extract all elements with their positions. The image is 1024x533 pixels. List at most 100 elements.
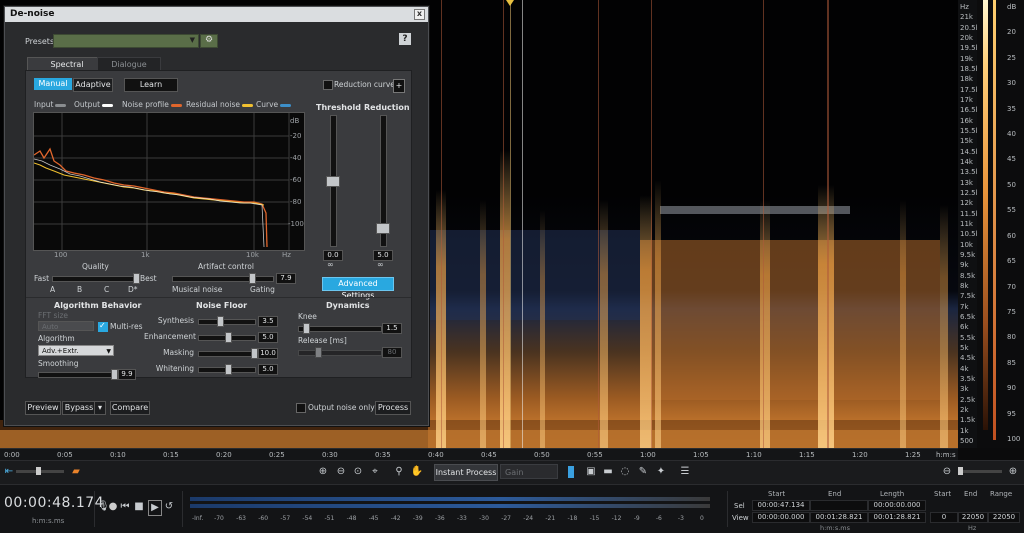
smoothing-slider[interactable] — [38, 369, 118, 380]
freq-start-field[interactable]: 0 — [930, 512, 958, 523]
vertical-zoom-in-icon[interactable]: ⊕ — [1006, 465, 1020, 479]
quality-knob[interactable] — [133, 273, 140, 284]
noise-floor-knob[interactable] — [217, 316, 224, 327]
adaptive-button[interactable]: Adaptive — [73, 78, 113, 92]
zoom-reset-icon[interactable]: ⌖ — [368, 465, 382, 479]
learn-button[interactable]: Learn — [124, 78, 178, 92]
legend-item[interactable]: Output — [74, 100, 114, 109]
threshold-link-icon[interactable]: ∞ — [327, 260, 334, 269]
noise-floor-knob[interactable] — [251, 348, 258, 359]
legend-item[interactable]: Input — [34, 100, 67, 109]
noise-floor-value[interactable]: 10.0 — [258, 348, 278, 359]
hand-tool-icon[interactable]: ✋ — [410, 465, 424, 479]
stop-icon[interactable]: ■ — [134, 500, 144, 514]
vertical-zoom-slider[interactable] — [958, 467, 1002, 475]
noise-floor-slider[interactable] — [198, 332, 256, 343]
sel-length-field[interactable]: 00:00:00.000 — [868, 500, 926, 511]
record-icon[interactable]: ● — [108, 500, 118, 514]
time-ruler-label: 1:05 — [693, 451, 709, 459]
preview-button[interactable]: Preview — [25, 401, 61, 415]
noise-floor-slider[interactable] — [198, 364, 256, 375]
bypass-menu-button[interactable]: ▾ — [94, 401, 106, 415]
magic-wand-icon[interactable]: ✦ — [654, 465, 668, 479]
artifact-control-slider[interactable] — [172, 273, 274, 284]
gain-select[interactable]: Gain — [500, 464, 558, 479]
presets-dropdown[interactable]: ▼ — [53, 34, 199, 48]
help-button[interactable]: ? — [399, 33, 411, 45]
box-select-icon[interactable]: ▣ — [584, 465, 598, 479]
dialog-title-bar[interactable]: De-noise x — [5, 7, 428, 22]
db-scale-label: 60 — [1007, 231, 1016, 240]
knee-knob[interactable] — [303, 323, 310, 334]
loop-icon[interactable]: ↺ — [164, 500, 174, 514]
eraser-icon[interactable]: ▰ — [70, 465, 82, 479]
threshold-slider[interactable] — [326, 115, 340, 247]
time-selection-tool-icon[interactable] — [568, 466, 574, 478]
view-length-field[interactable]: 00:01:28.821 — [868, 512, 926, 523]
algorithm-select[interactable]: Adv.+Extr. ▼ — [38, 345, 114, 356]
legend-item[interactable]: Residual noise — [186, 100, 254, 109]
release-value[interactable]: 80 — [382, 347, 402, 358]
zoom-fit-icon[interactable]: ⇤ — [4, 465, 14, 479]
noise-floor-value[interactable]: 5.0 — [258, 364, 278, 375]
noise-floor-slider[interactable] — [198, 348, 258, 359]
artifact-control-value[interactable]: 7.9 — [276, 273, 296, 284]
add-curve-button[interactable]: + — [393, 79, 405, 93]
frequency-select-icon[interactable]: ▬ — [601, 465, 615, 479]
manual-button[interactable]: Manual — [34, 78, 72, 90]
noise-floor-value[interactable]: 3.5 — [258, 316, 278, 327]
horizontal-zoom-knob[interactable] — [36, 467, 41, 475]
smoothing-knob[interactable] — [111, 369, 118, 380]
view-start-field[interactable]: 00:00:00.000 — [752, 512, 810, 523]
vertical-zoom-icon[interactable]: ⊖ — [940, 465, 954, 479]
view-end-field[interactable]: 00:01:28.821 — [810, 512, 868, 523]
play-icon[interactable]: ▶ — [148, 500, 162, 516]
skip-back-icon[interactable]: ⏮ — [120, 500, 130, 514]
sel-end-field[interactable] — [810, 500, 868, 511]
close-icon[interactable]: x — [414, 9, 425, 20]
noise-floor-slider[interactable] — [198, 316, 256, 327]
preset-options-button[interactable]: ⚙ — [200, 34, 218, 48]
zoom-out-icon[interactable]: ⊖ — [334, 465, 348, 479]
db-color-scale[interactable]: dB 20 25 30 35 40 45 50 55 60 65 70 75 80 85 90 95 100 — [977, 0, 1024, 448]
zoom-in-icon[interactable]: ⊕ — [316, 465, 330, 479]
fft-size-select[interactable]: Auto — [38, 321, 94, 331]
spectrum-graph[interactable]: dB -20 -40 -60 -80 -100 — [33, 112, 305, 251]
noise-floor-knob[interactable] — [225, 332, 232, 343]
compare-button[interactable]: Compare — [110, 401, 150, 415]
output-noise-only-checkbox[interactable] — [296, 403, 306, 413]
legend-item[interactable]: Noise profile — [122, 100, 182, 109]
reduction-knob[interactable] — [376, 223, 390, 234]
knee-value[interactable]: 1.5 — [382, 323, 402, 334]
artifact-control-knob[interactable] — [249, 273, 256, 284]
microphone-icon[interactable]: 🎙 — [97, 500, 110, 514]
lasso-icon[interactable]: ◌ — [618, 465, 632, 479]
freq-end-field[interactable]: 22050 — [958, 512, 988, 523]
noise-floor-value[interactable]: 5.0 — [258, 332, 278, 343]
release-knob[interactable] — [315, 347, 322, 358]
freq-scale-label: 17k — [960, 96, 973, 104]
freq-range-field[interactable]: 22050 — [988, 512, 1020, 523]
legend-item[interactable]: Curve — [256, 100, 292, 109]
release-slider[interactable] — [298, 347, 382, 358]
noise-floor-knob[interactable] — [225, 364, 232, 375]
brush-icon[interactable]: ✎ — [636, 465, 650, 479]
instant-process-button[interactable]: Instant Process — [434, 464, 498, 481]
knee-slider[interactable] — [298, 323, 382, 334]
threshold-knob[interactable] — [326, 176, 340, 187]
sel-start-field[interactable]: 00:00:47.134 — [752, 500, 810, 511]
quality-slider[interactable] — [52, 273, 140, 284]
horizontal-zoom-slider[interactable] — [16, 467, 64, 475]
reduction-link-icon[interactable]: ∞ — [377, 260, 384, 269]
smoothing-value[interactable]: 9.9 — [118, 369, 136, 380]
advanced-settings-button[interactable]: Advanced Settings — [322, 277, 394, 300]
reduction-slider[interactable] — [376, 115, 390, 247]
bypass-button[interactable]: Bypass — [62, 401, 96, 415]
process-button[interactable]: Process — [375, 401, 411, 415]
vertical-zoom-knob[interactable] — [958, 467, 963, 475]
multi-res-checkbox[interactable]: ✓ — [98, 321, 108, 332]
zoom-selection-icon[interactable]: ⊙ — [351, 465, 365, 479]
zoom-tool-icon[interactable]: ⚲ — [392, 465, 406, 479]
menu-icon[interactable]: ☰ — [678, 465, 692, 479]
reduction-curve-checkbox[interactable] — [323, 80, 333, 90]
